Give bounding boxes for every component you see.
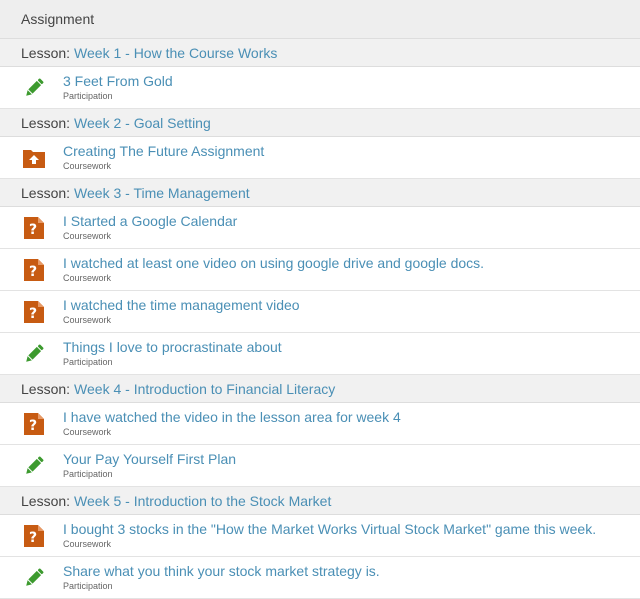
pencil-icon [22,342,46,366]
question-document-icon: ? [22,216,46,240]
lesson-sections: Lesson: Week 1 - How the Course Works 3 Fe… [0,39,640,599]
assignment-title-link[interactable]: Share what you think your stock market s… [63,563,380,580]
assignment-row[interactable]: ? I have watched the video in the lesson … [0,403,640,445]
svg-text:?: ? [29,530,37,546]
assignment-type: Participation [63,581,113,591]
svg-text:?: ? [29,418,37,434]
question-document-icon: ? [22,300,46,324]
folder-upload-icon [22,146,46,170]
svg-text:?: ? [29,306,37,322]
assignment-row[interactable]: ? I watched at least one video on using g… [0,249,640,291]
assignment-type: Coursework [63,161,112,171]
assignment-title-link[interactable]: 3 Feet From Gold [63,73,173,90]
assignment-row[interactable]: Your Pay Yourself First Plan Participatio… [0,445,640,487]
lesson-prefix: Lesson: [21,184,71,201]
lesson-link[interactable]: Week 4 - Introduction to Financial Liter… [74,381,335,397]
assignment-type: Coursework [63,273,112,283]
lesson-prefix: Lesson: [21,492,71,509]
lesson-link[interactable]: Week 2 - Goal Setting [74,115,211,131]
assignment-type: Participation [63,469,113,479]
lesson-header: Lesson: Week 3 - Time Management [0,179,640,207]
assignment-title-link[interactable]: I bought 3 stocks in the "How the Market… [63,521,596,538]
header-title: Assignment [21,11,95,27]
svg-text:?: ? [29,264,37,280]
assignment-row[interactable]: 3 Feet From Gold Participation [0,67,640,109]
assignment-header: Assignment [0,0,640,39]
lesson-prefix: Lesson: [21,114,71,131]
assignment-title-link[interactable]: I Started a Google Calendar [63,213,237,230]
assignment-type: Coursework [63,231,112,241]
assignment-row[interactable]: Things I love to procrastinate about Part… [0,333,640,375]
assignment-type: Coursework [63,427,112,437]
assignment-row[interactable]: ? I bought 3 stocks in the "How the Marke… [0,515,640,557]
lesson-header: Lesson: Week 5 - Introduction to the Stoc… [0,487,640,515]
assignment-row[interactable]: Share what you think your stock market s… [0,557,640,599]
svg-text:?: ? [29,222,37,238]
assignment-type: Coursework [63,539,112,549]
pencil-icon [22,76,46,100]
assignment-row[interactable]: Creating The Future Assignment Coursework [0,137,640,179]
assignment-title-link[interactable]: I watched at least one video on using go… [63,255,484,272]
assignment-row[interactable]: ? I watched the time management video Cour… [0,291,640,333]
lesson-link[interactable]: Week 3 - Time Management [74,185,250,201]
assignment-type: Participation [63,91,113,101]
assignment-title-link[interactable]: I have watched the video in the lesson a… [63,409,401,426]
assignment-title-link[interactable]: Creating The Future Assignment [63,143,264,160]
assignment-title-link[interactable]: Your Pay Yourself First Plan [63,451,236,468]
assignment-list: Assignment Lesson: Week 1 - How the Cours… [0,0,640,599]
assignment-type: Coursework [63,315,112,325]
lesson-header: Lesson: Week 4 - Introduction to Financia… [0,375,640,403]
lesson-link[interactable]: Week 5 - Introduction to the Stock Marke… [74,493,331,509]
pencil-icon [22,566,46,590]
assignment-title-link[interactable]: Things I love to procrastinate about [63,339,282,356]
lesson-link[interactable]: Week 1 - How the Course Works [74,45,277,61]
assignment-row[interactable]: ? I Started a Google Calendar Coursework [0,207,640,249]
question-document-icon: ? [22,524,46,548]
question-document-icon: ? [22,412,46,436]
question-document-icon: ? [22,258,46,282]
lesson-header: Lesson: Week 2 - Goal Setting [0,109,640,137]
assignment-title-link[interactable]: I watched the time management video [63,297,300,314]
pencil-icon [22,454,46,478]
lesson-prefix: Lesson: [21,380,71,397]
assignment-type: Participation [63,357,113,367]
lesson-header: Lesson: Week 1 - How the Course Works [0,39,640,67]
lesson-prefix: Lesson: [21,44,71,61]
